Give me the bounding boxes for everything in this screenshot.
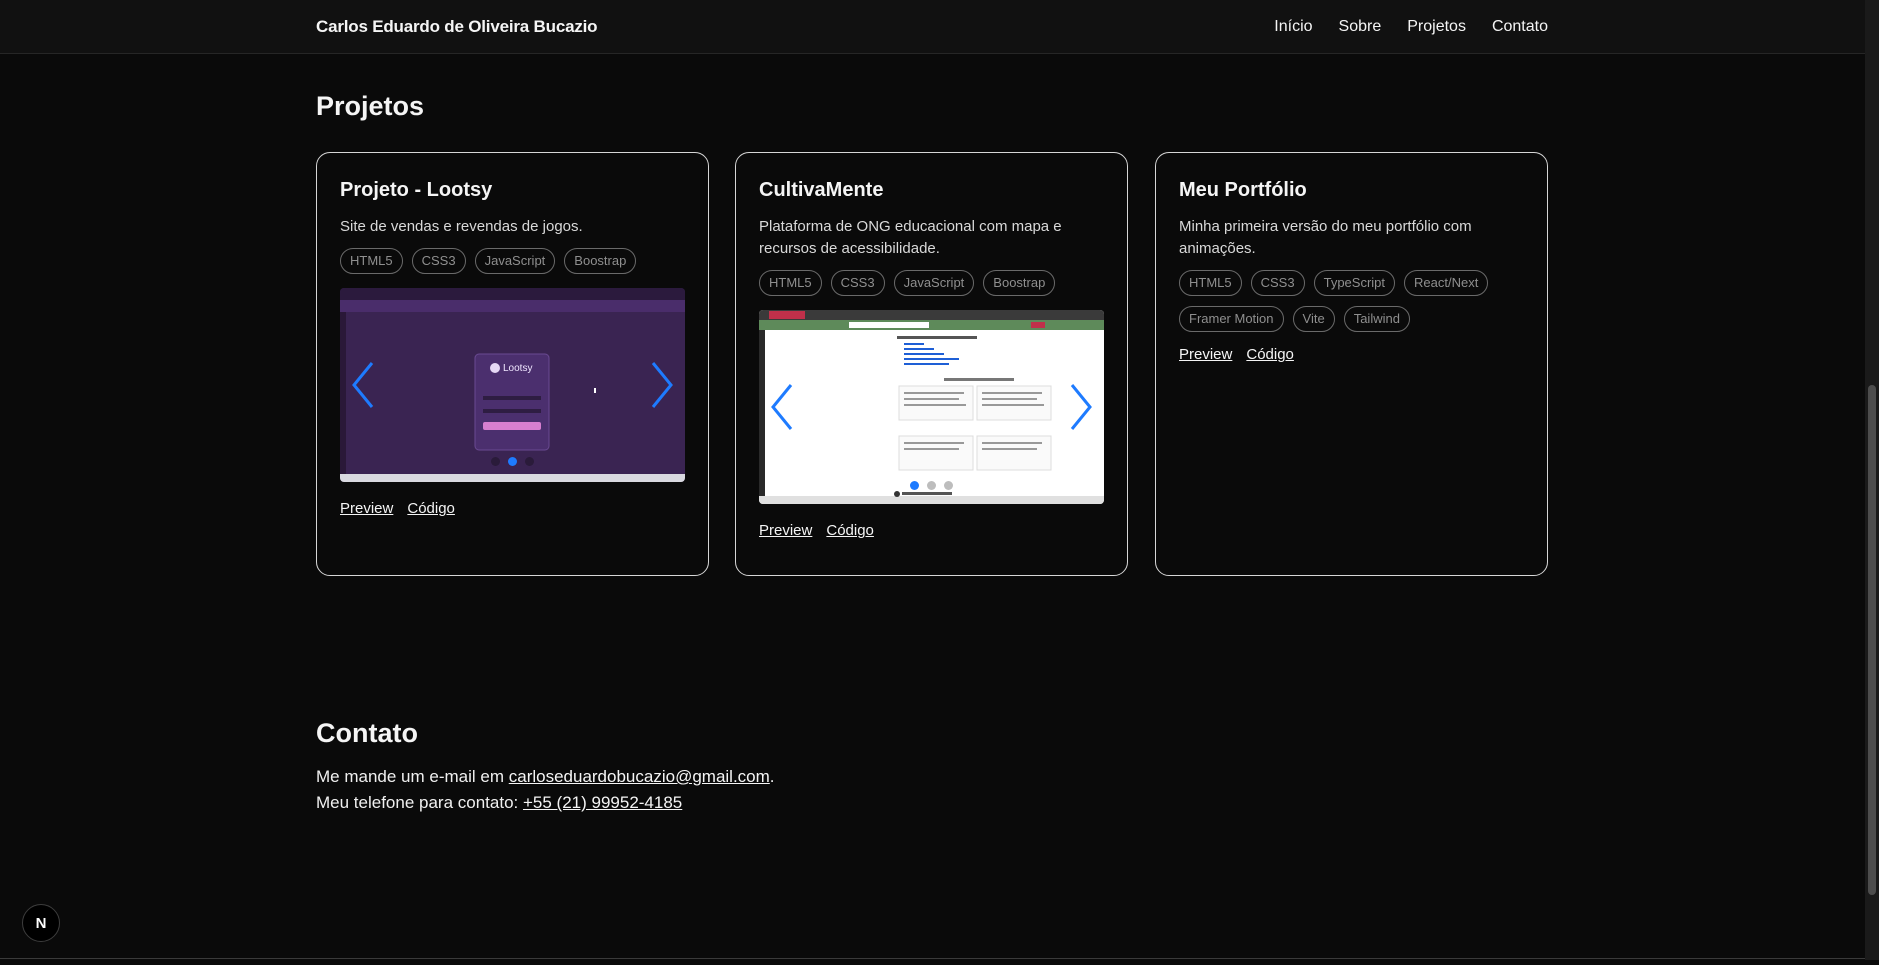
- preview-link[interactable]: Preview: [1179, 346, 1232, 363]
- tech-tag: HTML5: [759, 270, 822, 296]
- project-description: Site de vendas e revendas de jogos.: [340, 218, 583, 235]
- contact-title: Contato: [316, 718, 418, 748]
- phone-prefix: Meu telefone para contato:: [316, 793, 523, 812]
- projects-title: Projetos: [316, 91, 425, 121]
- project-card-cultivamente: CultivaMente Plataforma de ONG educacion…: [735, 152, 1128, 576]
- tech-tag: TypeScript: [1313, 270, 1396, 296]
- carousel-indicators: [759, 481, 1104, 490]
- project-description: Minha primeira versão do meu portfólio c…: [1179, 218, 1472, 257]
- scrollbar-thumb[interactable]: [1868, 385, 1876, 895]
- tech-tag: Framer Motion: [1179, 306, 1284, 332]
- email-link[interactable]: carloseduardobucazio@gmail.com: [509, 767, 770, 786]
- carousel-dot[interactable]: [491, 457, 500, 466]
- project-title: CultivaMente: [759, 179, 884, 201]
- tech-tags: HTML5 CSS3 JavaScript Boostrap: [340, 248, 685, 274]
- code-link[interactable]: Código: [1246, 346, 1294, 363]
- tech-tag: Boostrap: [983, 270, 1056, 296]
- nav-link-inicio[interactable]: Início: [1274, 18, 1312, 36]
- carousel-dot[interactable]: [508, 457, 517, 466]
- page-scrollbar[interactable]: [1865, 0, 1879, 960]
- project-card-portfolio: Meu Portfólio Minha primeira versão do m…: [1155, 152, 1548, 576]
- project-links: Preview Código: [1179, 346, 1524, 363]
- carousel-prev-arrow-icon[interactable]: [767, 381, 797, 433]
- preview-link[interactable]: Preview: [759, 522, 812, 539]
- project-screenshot-carousel: [759, 310, 1104, 504]
- phone-link[interactable]: +55 (21) 99952-4185: [523, 793, 682, 812]
- project-links: Preview Código: [759, 522, 1104, 539]
- nav-link-sobre[interactable]: Sobre: [1339, 18, 1382, 36]
- contact-phone-line: Meu telefone para contato: +55 (21) 9995…: [316, 793, 682, 813]
- carousel-prev-arrow-icon[interactable]: [348, 359, 378, 411]
- nextjs-dev-badge-icon[interactable]: N: [22, 904, 60, 942]
- tech-tag: JavaScript: [893, 270, 975, 296]
- email-suffix: .: [769, 767, 775, 786]
- project-title: Meu Portfólio: [1179, 179, 1307, 201]
- lootsy-logo-text: Lootsy: [503, 363, 532, 374]
- project-title: Projeto - Lootsy: [340, 179, 493, 201]
- carousel-indicators: [340, 457, 685, 466]
- carousel-next-arrow-icon[interactable]: [1066, 381, 1096, 433]
- tech-tag: CSS3: [1250, 270, 1305, 296]
- nav-link-contato[interactable]: Contato: [1492, 18, 1548, 36]
- carousel-next-arrow-icon[interactable]: [647, 359, 677, 411]
- code-link[interactable]: Código: [826, 522, 874, 539]
- tech-tag: CSS3: [411, 248, 466, 274]
- tech-tag: Vite: [1292, 306, 1335, 332]
- tech-tag: React/Next: [1404, 270, 1489, 296]
- preview-link[interactable]: Preview: [340, 500, 393, 517]
- brand-name[interactable]: Carlos Eduardo de Oliveira Bucazio: [316, 17, 598, 37]
- page-bottom-divider: [0, 958, 1865, 959]
- top-navbar: Carlos Eduardo de Oliveira Bucazio Iníci…: [0, 0, 1865, 54]
- tech-tag: CSS3: [830, 270, 885, 296]
- tech-tag: HTML5: [1179, 270, 1242, 296]
- carousel-dot[interactable]: [927, 481, 936, 490]
- project-description: Plataforma de ONG educacional com mapa e…: [759, 218, 1062, 257]
- tech-tag: HTML5: [340, 248, 403, 274]
- tech-tag: Boostrap: [564, 248, 637, 274]
- tech-tag: JavaScript: [474, 248, 556, 274]
- lootsy-screenshot: Lootsy: [340, 288, 685, 482]
- contact-email-line: Me mande um e-mail em carloseduardobucaz…: [316, 767, 775, 787]
- project-screenshot-carousel: Lootsy: [340, 288, 685, 482]
- nav-link-projetos[interactable]: Projetos: [1407, 18, 1466, 36]
- code-link[interactable]: Código: [407, 500, 455, 517]
- cultivamente-screenshot: [759, 310, 1104, 504]
- project-links: Preview Código: [340, 500, 685, 517]
- carousel-dot[interactable]: [944, 481, 953, 490]
- tech-tags: HTML5 CSS3 TypeScript React/Next Framer …: [1179, 270, 1524, 332]
- nav-links: Início Sobre Projetos Contato: [1274, 18, 1548, 36]
- project-card-lootsy: Projeto - Lootsy Site de vendas e revend…: [316, 152, 709, 576]
- carousel-dot[interactable]: [525, 457, 534, 466]
- tech-tags: HTML5 CSS3 JavaScript Boostrap: [759, 270, 1104, 296]
- tech-tag: Tailwind: [1343, 306, 1410, 332]
- email-prefix: Me mande um e-mail em: [316, 767, 509, 786]
- carousel-dot[interactable]: [910, 481, 919, 490]
